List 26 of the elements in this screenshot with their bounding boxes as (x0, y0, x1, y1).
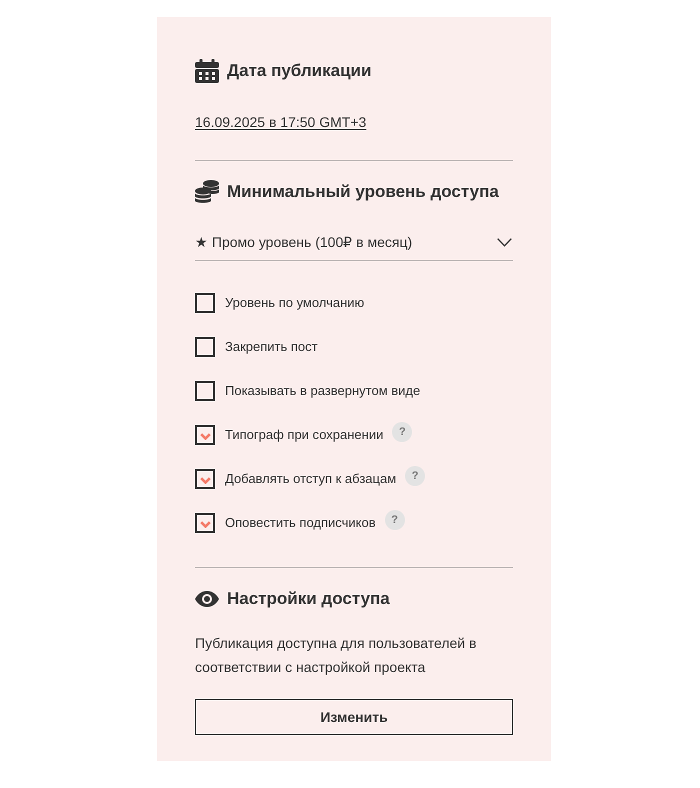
checkbox[interactable] (195, 469, 215, 489)
section-title: Дата публикации (227, 60, 372, 82)
checkbox-label: Уровень по умолчанию (225, 294, 364, 312)
check-icon (200, 521, 210, 528)
coins-icon (195, 180, 219, 204)
checkbox[interactable] (195, 293, 215, 313)
publication-date-link[interactable]: 16.09.2025 в 17:50 GMT+3 (195, 112, 366, 132)
checkbox[interactable] (195, 337, 215, 357)
calendar-icon (195, 59, 219, 83)
checkbox[interactable] (195, 425, 215, 445)
checkbox-label: Типограф при сохранении (225, 426, 384, 444)
access-description: Публикация доступна для пользователей в соответствии с настройкой проекта (195, 634, 478, 677)
checkbox-label: Закрепить пост (225, 338, 318, 356)
section-title: Минимальный уровень доступа (227, 181, 499, 203)
checkbox-label: Добавлять отступ к абзацам (225, 470, 396, 488)
section-title: Настройки доступа (227, 588, 390, 610)
change-button[interactable]: Изменить (195, 699, 513, 735)
chevron-down-icon (497, 238, 512, 246)
check-icon (200, 433, 210, 440)
checkbox-label: Показывать в развернутом виде (225, 382, 420, 400)
checkbox[interactable] (195, 381, 215, 401)
checkbox-label: Оповестить подписчиков (225, 514, 376, 532)
eye-icon (195, 591, 219, 607)
checkbox[interactable] (195, 513, 215, 533)
check-icon (200, 477, 210, 484)
level-dropdown[interactable]: ★ Промо уровень (100₽ в месяц) (195, 224, 513, 261)
